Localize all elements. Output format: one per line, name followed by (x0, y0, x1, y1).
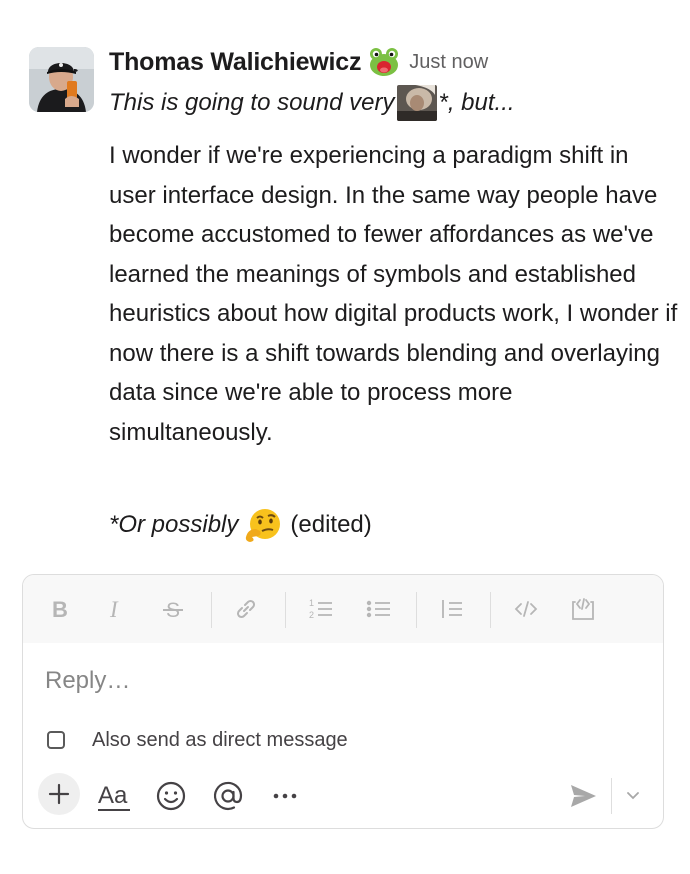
toolbar-divider (416, 592, 417, 628)
message-intro: This is going to sound very *, but... (109, 84, 515, 122)
avatar[interactable] (29, 47, 94, 112)
also-send-dm-checkbox[interactable] (47, 731, 65, 749)
message-timestamp[interactable]: Just now (409, 51, 488, 74)
chevron-down-icon[interactable] (624, 786, 642, 804)
attach-button[interactable] (38, 773, 80, 815)
intro-text-after: *, but... (438, 89, 515, 116)
send-icon[interactable] (568, 781, 598, 811)
also-send-dm-row[interactable]: Also send as direct message (47, 727, 348, 753)
thinking-emoji-icon (242, 507, 284, 543)
svg-text:B: B (52, 597, 68, 622)
emoji-icon[interactable] (154, 779, 188, 813)
bulleted-list-icon[interactable] (364, 594, 394, 624)
more-options-icon[interactable] (268, 779, 302, 813)
also-send-dm-label[interactable]: Also send as direct message (92, 729, 348, 752)
svg-text:1: 1 (309, 598, 314, 608)
intro-text-before: This is going to sound very (109, 89, 395, 116)
plus-icon (48, 783, 70, 805)
ordered-list-icon[interactable]: 1 2 (306, 594, 336, 624)
italic-icon[interactable]: I (101, 594, 131, 624)
avatar-photo (29, 47, 94, 112)
custom-emoji-image (397, 85, 438, 121)
message-body: I wonder if we're experiencing a paradig… (109, 142, 678, 446)
edited-label[interactable]: (edited) (290, 511, 371, 539)
send-divider (611, 778, 612, 814)
formatting-toolbar: B I S 1 2 (23, 575, 663, 643)
sender-name[interactable]: Thomas Walichiewicz (109, 48, 361, 77)
code-block-icon[interactable] (568, 594, 598, 624)
message-header: Thomas Walichiewicz Just now (109, 44, 488, 80)
svg-text:I: I (109, 597, 119, 622)
message-footnote: *Or possibly (edited) (109, 505, 372, 545)
code-icon[interactable] (511, 594, 541, 624)
frog-emoji-icon (368, 46, 400, 78)
strikethrough-icon[interactable]: S (158, 594, 188, 624)
reply-composer: B I S 1 2 Reply… Also send as direct mes… (22, 574, 664, 829)
footnote-text: *Or possibly (109, 511, 239, 538)
svg-text:Aa: Aa (98, 782, 128, 809)
blockquote-icon[interactable] (437, 594, 467, 624)
toolbar-divider (211, 592, 212, 628)
reply-input[interactable] (45, 663, 635, 699)
link-icon[interactable] (231, 594, 261, 624)
toolbar-divider (490, 592, 491, 628)
mention-icon[interactable] (211, 779, 245, 813)
toolbar-divider (285, 592, 286, 628)
svg-text:2: 2 (309, 610, 314, 620)
formatting-button[interactable]: Aa (97, 779, 131, 813)
bold-icon[interactable]: B (45, 594, 75, 624)
